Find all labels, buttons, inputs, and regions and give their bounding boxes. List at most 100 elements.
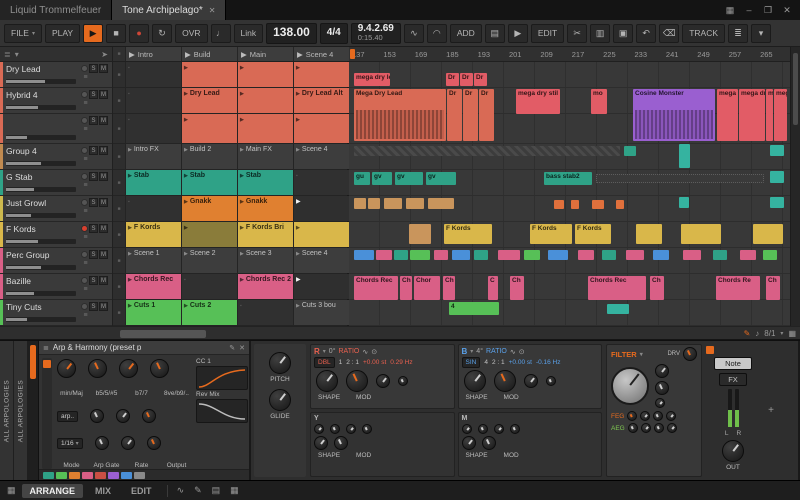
osc-voices[interactable]: 4 bbox=[484, 359, 488, 366]
arranger-clip[interactable] bbox=[683, 250, 701, 260]
arranger-clip[interactable]: m bbox=[766, 89, 773, 141]
clip-slot[interactable]: ▶Scene 3 bbox=[238, 248, 294, 273]
solo-button[interactable]: S bbox=[89, 116, 98, 125]
mute-button[interactable]: M bbox=[99, 198, 108, 207]
power-icon[interactable]: ⊙ bbox=[371, 348, 377, 356]
snap-value[interactable]: 8/1 bbox=[764, 329, 775, 338]
shape-knob[interactable] bbox=[316, 370, 338, 392]
mute-button[interactable]: M bbox=[99, 224, 108, 233]
osc-aux-knob[interactable] bbox=[398, 376, 408, 386]
arranger-clip[interactable] bbox=[770, 197, 784, 208]
arm-button[interactable] bbox=[81, 251, 88, 258]
clip-slot[interactable]: ▪ bbox=[126, 88, 182, 113]
arranger-clip[interactable] bbox=[452, 250, 470, 260]
clip-slot[interactable]: ▶Main FX bbox=[238, 144, 294, 169]
modulator-slot[interactable] bbox=[56, 472, 67, 479]
scene-button[interactable]: ▶Build bbox=[182, 47, 238, 61]
aeg-knob[interactable] bbox=[628, 423, 638, 433]
aeg-label[interactable]: AEG bbox=[611, 425, 625, 432]
add-device-button[interactable]: + bbox=[764, 344, 778, 477]
window-tab[interactable]: Liquid Trommelfeuer bbox=[0, 0, 112, 20]
arranger-clip[interactable]: bass stab2 bbox=[544, 172, 592, 185]
arranger-clip[interactable]: mega dr bbox=[739, 89, 765, 141]
arranger-clip[interactable]: mo bbox=[591, 89, 607, 114]
arranger-clip[interactable]: Dr bbox=[479, 89, 494, 141]
arranger-clip[interactable] bbox=[578, 250, 594, 260]
osc-voices[interactable]: 1 bbox=[339, 359, 343, 366]
clip-slot[interactable]: ▶Dry Lead Alt bbox=[294, 88, 350, 113]
clip-slot[interactable]: ▶Chords Rec 2 bbox=[238, 274, 294, 299]
clip-slot[interactable]: ▶F Kords Bri bbox=[238, 222, 294, 247]
arranger-clip[interactable] bbox=[384, 198, 402, 209]
harmony-knob-1[interactable] bbox=[57, 359, 76, 378]
arp-knob-1[interactable] bbox=[90, 409, 104, 423]
osc-name[interactable]: B bbox=[462, 347, 468, 356]
clip-slot[interactable]: ▶ bbox=[294, 62, 350, 87]
arm-button[interactable] bbox=[81, 65, 88, 72]
modulator-slot[interactable] bbox=[108, 472, 119, 479]
mute-button[interactable]: M bbox=[99, 90, 108, 99]
edit-view-button[interactable]: EDIT bbox=[123, 484, 160, 498]
window-layout-icon[interactable]: ▦ bbox=[5, 485, 18, 496]
minimize-button[interactable]: – bbox=[741, 3, 757, 17]
mix-view-button[interactable]: MIX bbox=[87, 484, 119, 498]
m-knob[interactable] bbox=[478, 424, 488, 434]
play-button[interactable]: ▶ bbox=[83, 24, 103, 43]
arranger-clip[interactable]: Chords Re bbox=[716, 276, 760, 300]
modulator-slot[interactable] bbox=[82, 472, 93, 479]
arranger-clip[interactable] bbox=[596, 174, 764, 183]
feg-knob[interactable] bbox=[653, 411, 663, 421]
close-tab-icon[interactable]: ✕ bbox=[209, 6, 216, 15]
osc-ratio-value[interactable]: 2 : 1 bbox=[346, 359, 359, 366]
clip-stop-button[interactable]: ■ bbox=[113, 88, 126, 113]
clip-slot[interactable]: ▪ bbox=[182, 274, 238, 299]
clip-slot[interactable]: ▶ bbox=[238, 62, 294, 87]
arranger-clip[interactable] bbox=[434, 250, 448, 260]
harmony-knob-2[interactable] bbox=[88, 359, 107, 378]
osc-mode-select[interactable]: SIN bbox=[462, 357, 481, 368]
edit-button[interactable]: EDIT bbox=[531, 24, 564, 43]
clip-slot[interactable]: ▶Gnakk bbox=[238, 196, 294, 221]
track-menu-icon[interactable]: ≡ bbox=[81, 156, 90, 163]
arranger-clip[interactable]: mega dry lead bbox=[354, 73, 390, 86]
clip-slot[interactable]: ▶Stab bbox=[182, 170, 238, 195]
solo-button[interactable]: S bbox=[89, 224, 98, 233]
arranger-clip[interactable] bbox=[616, 200, 624, 209]
timeline-ruler[interactable]: 1371531691851932012092172252332412492572… bbox=[349, 47, 790, 62]
keytrack-knob[interactable] bbox=[655, 398, 665, 408]
close-device-icon[interactable]: ✕ bbox=[239, 344, 245, 352]
solo-button[interactable]: S bbox=[89, 250, 98, 259]
pencil-icon[interactable]: ✎ bbox=[192, 485, 204, 496]
osc-hz[interactable]: -0.16 Hz bbox=[536, 359, 561, 366]
osc-aux-knob[interactable] bbox=[376, 374, 390, 388]
arranger-clip[interactable]: Dr bbox=[460, 73, 473, 86]
clip-slot[interactable]: ▶ bbox=[182, 222, 238, 247]
arranger-clip[interactable] bbox=[571, 200, 579, 209]
env-amount-knob[interactable] bbox=[655, 381, 669, 395]
vertical-scrollbar[interactable] bbox=[790, 47, 800, 326]
track-menu-icon[interactable]: ≡ bbox=[81, 286, 90, 293]
grid-icon[interactable]: ▦ bbox=[788, 329, 796, 338]
aeg-knob[interactable] bbox=[667, 423, 677, 433]
overdub-button[interactable]: OVR bbox=[175, 24, 207, 43]
mute-button[interactable]: M bbox=[99, 172, 108, 181]
arranger-clip[interactable]: mega bbox=[774, 89, 787, 141]
clip-slot[interactable]: ▶Gnakk bbox=[182, 196, 238, 221]
track-menu-button[interactable]: ▾ bbox=[751, 24, 771, 43]
clip-stop-button[interactable]: ■ bbox=[113, 300, 126, 325]
osc-phase[interactable]: 4° bbox=[476, 348, 483, 355]
arranger-clip[interactable] bbox=[713, 250, 727, 260]
arranger-clip[interactable] bbox=[770, 145, 784, 156]
arranger-clip[interactable]: Dr bbox=[446, 73, 459, 86]
osc-mode-select[interactable]: DBL bbox=[314, 357, 335, 368]
arranger-clip[interactable] bbox=[524, 250, 540, 260]
osc-phase[interactable]: 0° bbox=[329, 348, 336, 355]
modulator-slot[interactable] bbox=[95, 472, 106, 479]
clip-slot[interactable]: ▶Intro FX bbox=[126, 144, 182, 169]
clip-slot[interactable]: ▶Scene 4 bbox=[294, 248, 350, 273]
resonance-knob[interactable] bbox=[655, 364, 669, 378]
arranger-clip[interactable] bbox=[770, 171, 784, 183]
clip-slot[interactable]: ▶Scene 2 bbox=[182, 248, 238, 273]
mute-button[interactable]: M bbox=[99, 276, 108, 285]
gate-knob[interactable] bbox=[95, 436, 109, 450]
